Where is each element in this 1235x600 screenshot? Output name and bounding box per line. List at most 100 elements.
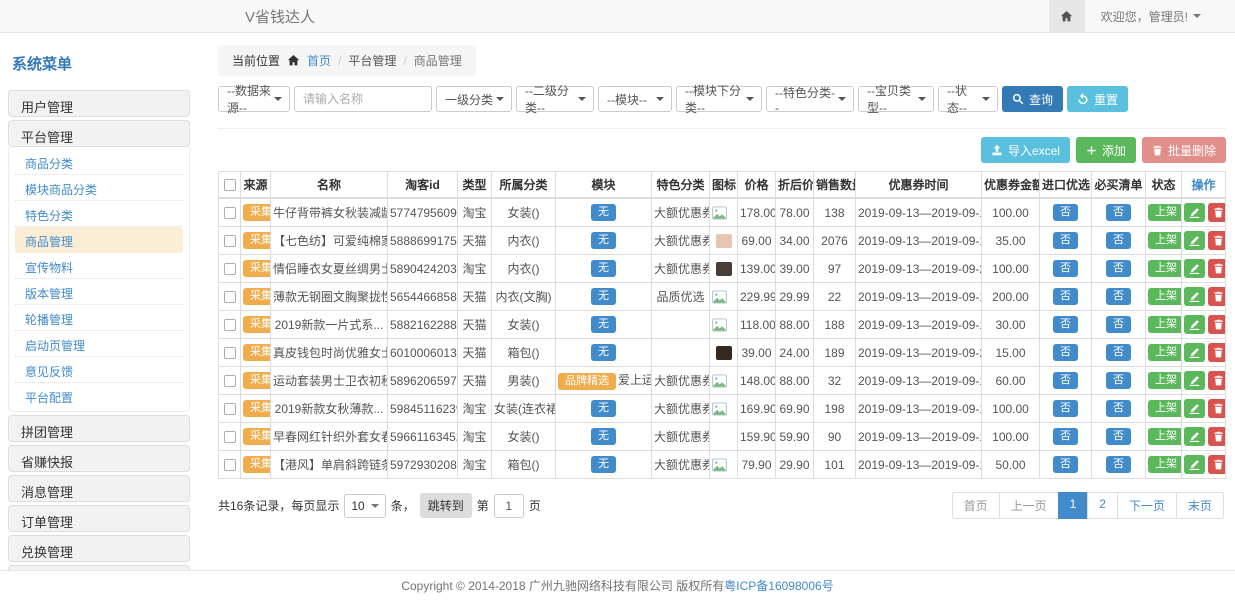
source-badge: 采集 bbox=[243, 232, 271, 249]
must-buy-badge: 否 bbox=[1106, 372, 1131, 389]
edit-button[interactable] bbox=[1184, 455, 1205, 474]
sidebar-group[interactable]: 用户管理 bbox=[8, 90, 190, 117]
delete-button[interactable] bbox=[1208, 427, 1226, 446]
table-row: 采集薄款无钢圈文胸聚拢性...565446685867天猫内衣(文胸)无品质优选… bbox=[219, 283, 1226, 311]
row-checkbox[interactable] bbox=[224, 263, 236, 275]
page-number-input[interactable] bbox=[494, 494, 524, 518]
delete-button[interactable] bbox=[1208, 343, 1226, 362]
delete-button[interactable] bbox=[1208, 203, 1226, 222]
copyright-text: Copyright © 2014-2018 广州九驰网络科技有限公司 版权所有 bbox=[401, 577, 724, 594]
sidebar-subitem[interactable]: 启动页管理 bbox=[15, 331, 183, 357]
edit-button[interactable] bbox=[1184, 371, 1205, 390]
module-cell: 无 bbox=[556, 451, 652, 479]
home-button[interactable] bbox=[1049, 0, 1085, 32]
edit-button[interactable] bbox=[1184, 315, 1205, 334]
pagination-button[interactable]: 下一页 bbox=[1117, 492, 1177, 519]
row-checkbox[interactable] bbox=[224, 235, 236, 247]
trash-icon bbox=[1213, 459, 1224, 470]
delete-button[interactable] bbox=[1208, 371, 1226, 390]
row-checkbox[interactable] bbox=[224, 375, 236, 387]
filter-select[interactable]: --二级分类-- bbox=[516, 86, 594, 112]
jump-to-button[interactable]: 跳转到 bbox=[420, 493, 472, 518]
filter-select[interactable]: --模块-- bbox=[598, 86, 672, 112]
taoke-id: 597293020870 bbox=[388, 451, 458, 479]
filter-select-value: --二级分类-- bbox=[525, 82, 578, 116]
sidebar-group[interactable]: 拼团管理 bbox=[8, 415, 190, 442]
delete-button[interactable] bbox=[1208, 315, 1226, 334]
filter-select-value: --状态-- bbox=[947, 82, 982, 116]
sidebar-subitem[interactable]: 意见反馈 bbox=[15, 357, 183, 383]
filter-select[interactable]: --数据来源-- bbox=[218, 86, 290, 112]
search-button[interactable]: 查询 bbox=[1002, 86, 1063, 112]
breadcrumb-separator: / bbox=[403, 54, 406, 68]
user-dropdown[interactable]: 欢迎您，管理员! bbox=[1085, 0, 1235, 32]
import-excel-button[interactable]: 导入excel bbox=[981, 137, 1070, 163]
sidebar-group[interactable]: 平台管理 bbox=[8, 120, 190, 147]
row-checkbox[interactable] bbox=[224, 459, 236, 471]
edit-icon bbox=[1189, 319, 1200, 330]
filter-select[interactable]: 一级分类 bbox=[436, 86, 512, 112]
sidebar-group[interactable]: 省赚快报 bbox=[8, 445, 190, 472]
actions-cell bbox=[1182, 367, 1226, 395]
filter-select[interactable]: --模块下分类-- bbox=[676, 86, 762, 112]
sidebar-subitem[interactable]: 轮播管理 bbox=[15, 305, 183, 331]
edit-button[interactable] bbox=[1184, 259, 1205, 278]
filter-select[interactable]: --宝贝类型-- bbox=[858, 86, 934, 112]
delete-button[interactable] bbox=[1208, 231, 1226, 250]
taoke-id: 601000601341 bbox=[388, 339, 458, 367]
sidebar-group[interactable]: 兑换管理 bbox=[8, 535, 190, 562]
edit-button[interactable] bbox=[1184, 231, 1205, 250]
pagination-button[interactable]: 上一页 bbox=[999, 492, 1059, 519]
per-page-select[interactable]: 10 bbox=[344, 494, 385, 518]
edit-button[interactable] bbox=[1184, 287, 1205, 306]
edit-button[interactable] bbox=[1184, 427, 1205, 446]
row-checkbox[interactable] bbox=[224, 291, 236, 303]
name-search-input[interactable] bbox=[294, 86, 432, 112]
filter-select[interactable]: --状态-- bbox=[938, 86, 998, 112]
delete-button[interactable] bbox=[1208, 455, 1226, 474]
row-checkbox[interactable] bbox=[224, 403, 236, 415]
sidebar-group[interactable]: 消息管理 bbox=[8, 475, 190, 502]
trash-icon bbox=[1152, 145, 1163, 156]
source-badge: 采集 bbox=[243, 400, 271, 417]
caret-down-icon bbox=[746, 97, 754, 101]
reset-button[interactable]: 重置 bbox=[1067, 86, 1128, 112]
trash-icon bbox=[1213, 431, 1224, 442]
row-checkbox[interactable] bbox=[224, 319, 236, 331]
pagination-button[interactable]: 2 bbox=[1087, 492, 1118, 519]
sidebar-subitem[interactable]: 特色分类 bbox=[15, 201, 183, 227]
icp-link[interactable]: 粤ICP备16098006号 bbox=[724, 577, 833, 594]
column-header: 类型 bbox=[458, 172, 492, 199]
sidebar-subitem[interactable]: 商品管理 bbox=[15, 227, 183, 253]
filter-select[interactable]: --特色分类-- bbox=[766, 86, 854, 112]
edit-button[interactable] bbox=[1184, 399, 1205, 418]
sidebar-group[interactable]: 订单管理 bbox=[8, 505, 190, 532]
page-footer: Copyright © 2014-2018 广州九驰网络科技有限公司 版权所有粤… bbox=[0, 570, 1235, 600]
sidebar-subitem[interactable]: 平台配置 bbox=[15, 383, 183, 409]
select-all-checkbox[interactable] bbox=[224, 179, 236, 191]
delete-button[interactable] bbox=[1208, 399, 1226, 418]
breadcrumb-home-link[interactable]: 首页 bbox=[307, 52, 331, 69]
sidebar-subitem[interactable]: 商品分类 bbox=[15, 149, 183, 175]
taoke-id: 577479560965 bbox=[388, 198, 458, 227]
row-checkbox[interactable] bbox=[224, 431, 236, 443]
sidebar-subitem[interactable]: 版本管理 bbox=[15, 279, 183, 305]
table-row: 采集【港风】单肩斜跨链条...597293020870淘宝箱包()无大额优惠券7… bbox=[219, 451, 1226, 479]
must-buy-badge: 否 bbox=[1106, 316, 1131, 333]
add-button[interactable]: 添加 bbox=[1076, 137, 1136, 163]
delete-button[interactable] bbox=[1208, 287, 1226, 306]
pagination-button[interactable]: 末页 bbox=[1176, 492, 1224, 519]
delete-button[interactable] bbox=[1208, 259, 1226, 278]
sidebar-subitem[interactable]: 模块商品分类 bbox=[15, 175, 183, 201]
add-button-label: 添加 bbox=[1102, 142, 1126, 159]
row-checkbox[interactable] bbox=[224, 207, 236, 219]
row-checkbox[interactable] bbox=[224, 347, 236, 359]
column-header: 价格 bbox=[738, 172, 776, 199]
sidebar-subitem[interactable]: 宣传物料 bbox=[15, 253, 183, 279]
edit-button[interactable] bbox=[1184, 343, 1205, 362]
edit-button[interactable] bbox=[1184, 203, 1205, 222]
pagination-button[interactable]: 1 bbox=[1058, 492, 1089, 519]
pagination-button[interactable]: 首页 bbox=[952, 492, 1000, 519]
batch-delete-button[interactable]: 批量删除 bbox=[1142, 137, 1226, 163]
status-badge: 上架 bbox=[1148, 316, 1182, 333]
